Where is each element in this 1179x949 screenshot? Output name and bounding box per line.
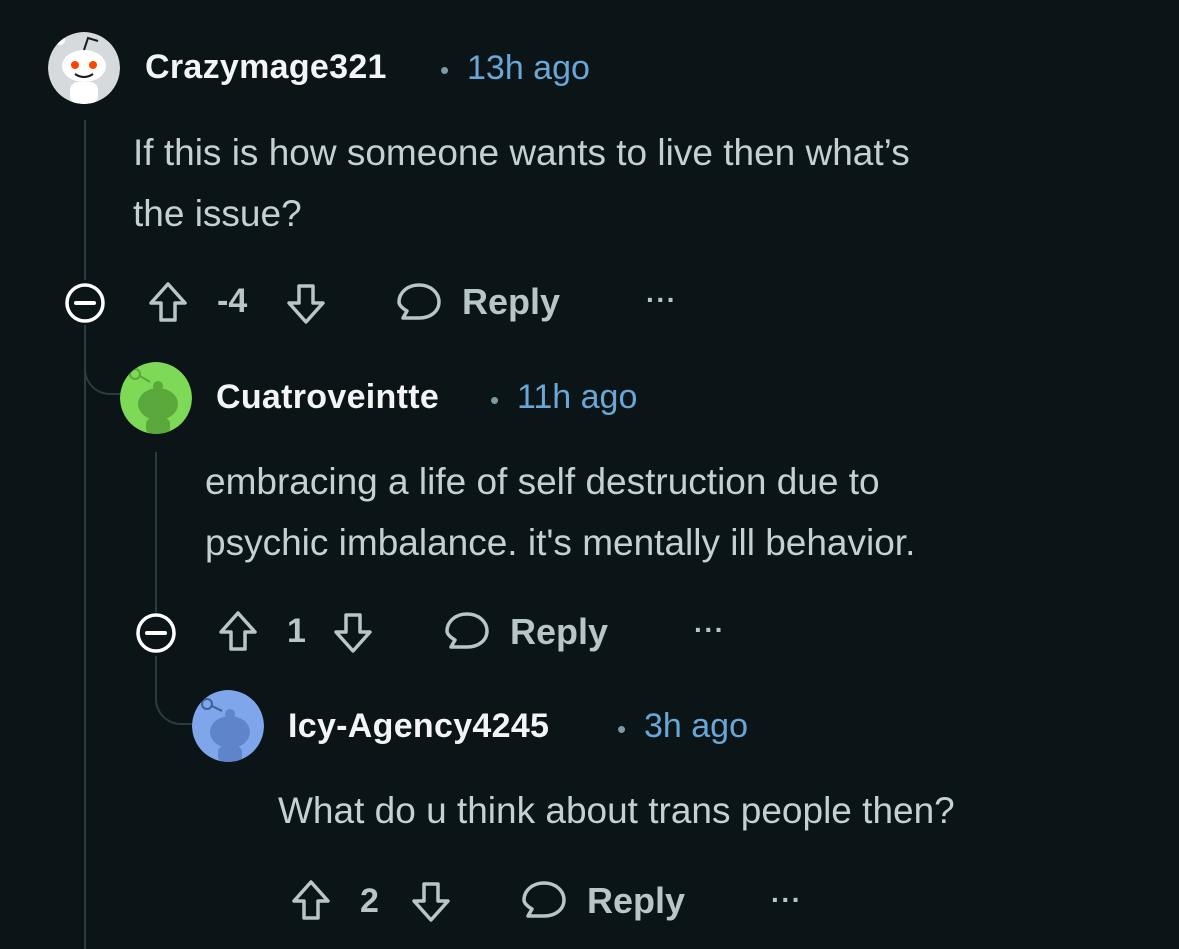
comment-icon[interactable] xyxy=(395,280,443,326)
thread-line xyxy=(155,452,157,612)
vote-score: -4 xyxy=(217,282,248,320)
more-options-button[interactable]: ··· xyxy=(694,614,725,646)
separator-dot: • xyxy=(617,714,627,744)
collapse-icon[interactable] xyxy=(134,611,178,655)
reply-button[interactable]: Reply xyxy=(587,880,685,922)
comment-timestamp: 11h ago xyxy=(517,378,638,416)
upvote-icon[interactable] xyxy=(217,609,259,655)
reply-button[interactable]: Reply xyxy=(462,281,560,323)
comment-body-line: the issue? xyxy=(133,193,302,234)
comment-body-line: psychic imbalance. it's mentally ill beh… xyxy=(205,522,916,563)
upvote-icon[interactable] xyxy=(147,280,189,326)
avatar[interactable] xyxy=(48,32,120,104)
more-options-button[interactable]: ··· xyxy=(771,884,802,916)
thread-line xyxy=(84,325,126,395)
thread-line xyxy=(84,120,86,280)
thread-line xyxy=(84,325,86,949)
comment-body-line: What do u think about trans people then? xyxy=(278,790,955,831)
comment-icon[interactable] xyxy=(520,878,568,924)
avatar[interactable] xyxy=(120,362,192,434)
downvote-icon[interactable] xyxy=(410,878,452,924)
comment-body-line: embracing a life of self destruction due… xyxy=(205,461,880,502)
separator-dot: • xyxy=(490,385,500,415)
comment-timestamp: 13h ago xyxy=(467,49,590,87)
separator-dot: • xyxy=(440,55,450,85)
comment-timestamp: 3h ago xyxy=(644,707,748,745)
reply-button[interactable]: Reply xyxy=(510,611,608,653)
more-options-button[interactable]: ··· xyxy=(646,284,677,316)
comment-body-line: If this is how someone wants to live the… xyxy=(133,132,910,173)
comment-icon[interactable] xyxy=(443,609,491,655)
comment-author[interactable]: Cuatroveintte xyxy=(216,378,439,417)
vote-score: 2 xyxy=(360,882,379,920)
vote-score: 1 xyxy=(287,612,306,650)
collapse-icon[interactable] xyxy=(63,281,107,325)
avatar[interactable] xyxy=(192,690,264,762)
downvote-icon[interactable] xyxy=(285,280,327,326)
downvote-icon[interactable] xyxy=(332,609,374,655)
comment-author[interactable]: Crazymage321 xyxy=(145,48,387,87)
comment-author[interactable]: Icy-Agency4245 xyxy=(288,707,549,746)
upvote-icon[interactable] xyxy=(290,878,332,924)
thread-line xyxy=(155,656,197,725)
